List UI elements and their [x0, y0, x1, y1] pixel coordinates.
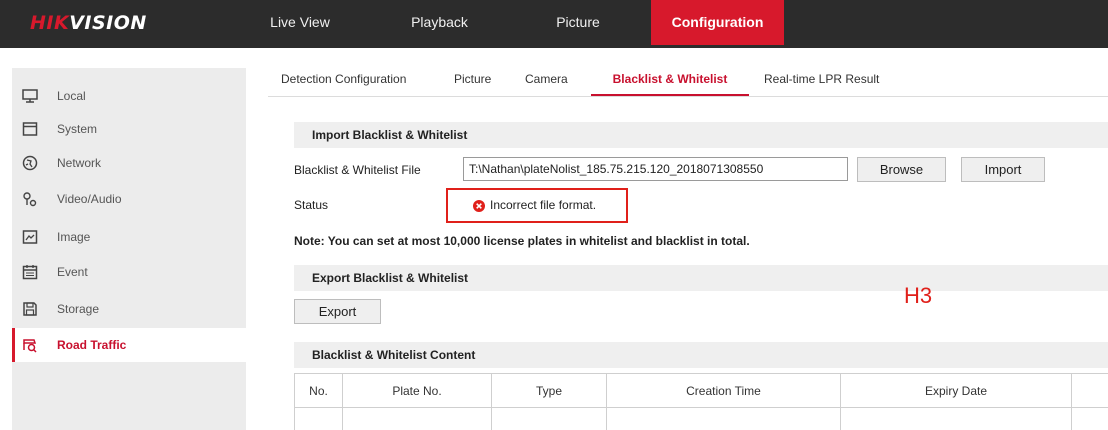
sidebar-item-network[interactable]: Network — [12, 146, 246, 180]
table-cell — [1072, 408, 1108, 430]
sidebar-item-storage[interactable]: Storage — [12, 292, 246, 326]
sidebar: Local System Network Video/Audio Image E… — [12, 68, 246, 430]
table-cell — [492, 408, 607, 430]
system-icon — [22, 122, 38, 136]
column-header-blank — [1072, 374, 1108, 408]
import-button[interactable]: Import — [961, 157, 1045, 182]
save-icon — [23, 302, 37, 316]
file-path-input[interactable]: T:\Nathan\plateNolist_185.75.215.120_201… — [463, 157, 848, 181]
sidebar-item-label: System — [57, 122, 98, 136]
column-header-no: No. — [295, 374, 343, 408]
logo-white-text: VISION — [69, 12, 147, 34]
sidebar-item-video-audio[interactable]: Video/Audio — [12, 182, 246, 216]
table-cell — [295, 408, 343, 430]
status-error-box: Incorrect file format. — [446, 188, 628, 223]
column-header-creation-time: Creation Time — [607, 374, 841, 408]
content-section-title: Blacklist & Whitelist Content — [312, 348, 476, 362]
tab-picture[interactable]: Picture — [454, 62, 491, 96]
sidebar-item-label: Event — [57, 265, 88, 279]
hikvision-logo: HIKVISION — [30, 12, 147, 34]
tab-blacklist-whitelist[interactable]: Blacklist & Whitelist — [591, 62, 749, 96]
tab-divider — [268, 96, 1108, 97]
blacklist-whitelist-table: No. Plate No. Type Creation Time Expiry … — [294, 373, 1108, 430]
import-section-header: Import Blacklist & Whitelist — [294, 122, 1108, 148]
import-section-title: Import Blacklist & Whitelist — [312, 128, 468, 142]
image-icon — [22, 230, 38, 244]
nav-configuration[interactable]: Configuration — [651, 0, 784, 45]
table-cell — [343, 408, 492, 430]
sidebar-item-label: Image — [57, 230, 91, 244]
road-traffic-icon — [23, 339, 37, 353]
annotation-label: H3 — [904, 283, 933, 308]
browse-button[interactable]: Browse — [857, 157, 946, 182]
table-cell — [607, 408, 841, 430]
nav-picture[interactable]: Picture — [538, 0, 618, 45]
export-button[interactable]: Export — [294, 299, 381, 324]
status-message: Incorrect file format. — [490, 198, 597, 212]
sidebar-item-event[interactable]: Event — [12, 255, 246, 289]
tab-camera[interactable]: Camera — [525, 62, 568, 96]
monitor-icon — [22, 89, 38, 103]
sidebar-item-label: Video/Audio — [57, 192, 122, 206]
sidebar-item-label: Network — [57, 156, 102, 170]
export-section-header: Export Blacklist & Whitelist — [294, 265, 1108, 291]
sidebar-item-local[interactable]: Local — [12, 79, 246, 113]
top-navigation-bar: HIKVISION Live View Playback Picture Con… — [0, 0, 1108, 48]
video-audio-icon — [23, 192, 37, 207]
file-label: Blacklist & Whitelist File — [294, 163, 421, 177]
column-header-type: Type — [492, 374, 607, 408]
nav-live-view[interactable]: Live View — [255, 0, 345, 45]
sidebar-item-label: Local — [57, 89, 86, 103]
content-section-header: Blacklist & Whitelist Content — [294, 342, 1108, 368]
status-label: Status — [294, 198, 329, 212]
note-text: Note: You can set at most 10,000 license… — [294, 234, 750, 248]
column-header-expiry-date: Expiry Date — [841, 374, 1072, 408]
sidebar-item-system[interactable]: System — [12, 112, 246, 146]
tab-detection-configuration[interactable]: Detection Configuration — [281, 62, 406, 96]
column-header-plate-no: Plate No. — [343, 374, 492, 408]
sidebar-item-label: Storage — [57, 302, 100, 316]
nav-playback[interactable]: Playback — [392, 0, 487, 45]
sidebar-item-image[interactable]: Image — [12, 220, 246, 254]
export-section-title: Export Blacklist & Whitelist — [312, 271, 469, 285]
sidebar-item-label: Road Traffic — [57, 338, 127, 352]
table-cell — [841, 408, 1072, 430]
tab-real-time-lpr-result[interactable]: Real-time LPR Result — [764, 62, 879, 96]
error-icon — [473, 200, 485, 212]
calendar-icon — [22, 265, 38, 280]
globe-icon — [22, 155, 38, 171]
logo-red-text: HIK — [30, 12, 70, 34]
sidebar-item-road-traffic[interactable]: Road Traffic — [12, 328, 246, 362]
